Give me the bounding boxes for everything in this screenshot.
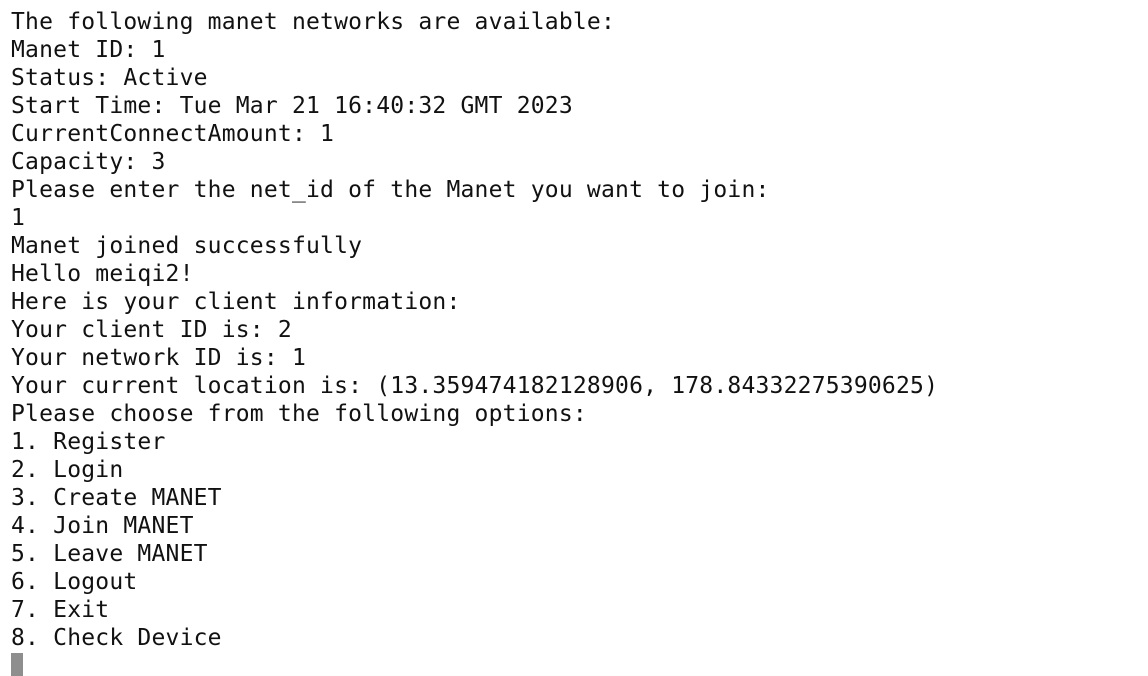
terminal-line: - (11, 0, 938, 8)
terminal-line: 6. Logout (11, 569, 138, 595)
terminal-line: Here is your client information: (11, 289, 461, 315)
terminal-line: Start Time: Tue Mar 21 16:40:32 GMT 2023 (11, 93, 573, 119)
terminal-line: 3. Create MANET (11, 485, 222, 511)
terminal-line: Hello meiqi2! (11, 261, 194, 287)
terminal-output: - The following manet networks are avail… (11, 0, 938, 652)
terminal-line: Your client ID is: 2 (11, 317, 292, 343)
terminal-line: Please enter the net_id of the Manet you… (11, 177, 770, 203)
terminal-line: 1 (11, 205, 26, 231)
terminal-line: Manet ID: 1 (11, 37, 166, 63)
terminal-line: CurrentConnectAmount: 1 (11, 121, 335, 147)
terminal-line: 4. Join MANET (11, 513, 194, 539)
terminal-line: 2. Login (11, 457, 124, 483)
terminal-line: Manet joined successfully (11, 233, 363, 259)
text-cursor (11, 653, 23, 676)
terminal-line: 5. Leave MANET (11, 541, 208, 567)
terminal-line: Capacity: 3 (11, 149, 166, 175)
terminal-line: Your current location is: (13.3594741821… (11, 373, 939, 399)
terminal-line: Please choose from the following options… (11, 401, 587, 427)
terminal-line: 8. Check Device (11, 625, 222, 651)
terminal-line: 1. Register (11, 429, 166, 455)
terminal-window[interactable]: - The following manet networks are avail… (0, 0, 1148, 676)
terminal-line: The following manet networks are availab… (11, 9, 616, 35)
terminal-line: Your network ID is: 1 (11, 345, 306, 371)
terminal-line: Status: Active (11, 65, 208, 91)
terminal-line: 7. Exit (11, 597, 110, 623)
